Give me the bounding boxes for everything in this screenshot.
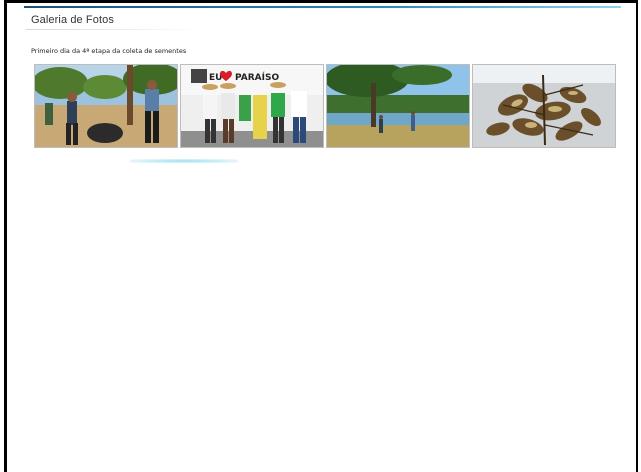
- gallery-title: Galeria de Fotos: [31, 14, 114, 26]
- title-divider: [26, 29, 206, 30]
- gallery-photo-1[interactable]: [34, 64, 178, 148]
- gallery-photo-4[interactable]: [472, 64, 616, 148]
- panel-accent-line: [24, 6, 621, 8]
- photo-lake-tree-icon: [327, 65, 469, 147]
- gallery-photo-3[interactable]: [326, 64, 470, 148]
- photo-people-orchard-icon: [35, 65, 177, 147]
- frame-right-border: [636, 0, 638, 472]
- photo-seed-pods-icon: [473, 65, 615, 147]
- frame-top-border: [4, 0, 637, 3]
- album-caption: Primeiro dia da 4ª etapa da coleta de se…: [31, 47, 187, 55]
- gallery-photo-2[interactable]: EU PARAÍSO: [180, 64, 324, 148]
- sign-text-paraiso: PARAÍSO: [235, 71, 279, 83]
- photo-group-eu-amo-paraiso-icon: EU PARAÍSO: [181, 65, 323, 147]
- frame-left-border: [4, 0, 7, 472]
- gallery-scroll-indicator[interactable]: [130, 159, 238, 163]
